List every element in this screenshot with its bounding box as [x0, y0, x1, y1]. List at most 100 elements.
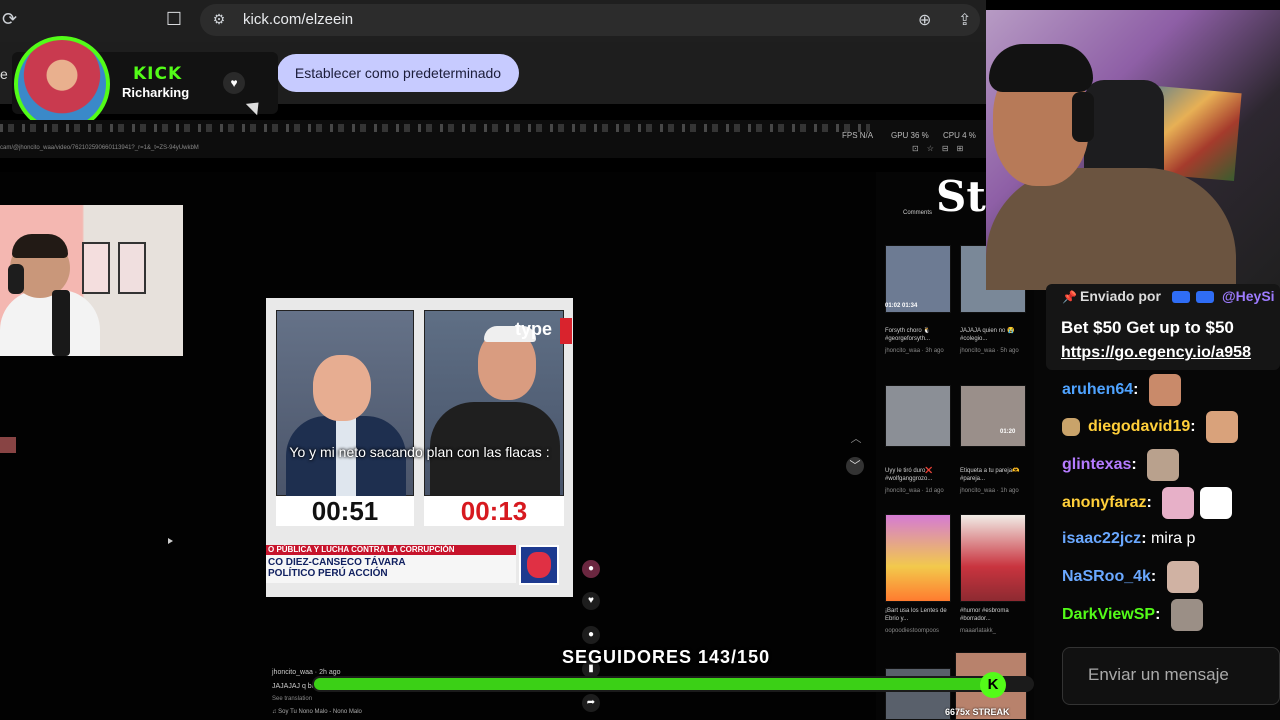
site-settings-icon[interactable]: ⚙: [210, 11, 228, 29]
pinned-link[interactable]: https://go.egency.io/a958: [1061, 344, 1251, 362]
kick-logo-knob: K: [980, 672, 1006, 698]
lower-third-name: CO DIEZ-CANSECO TÁVARA: [268, 557, 406, 568]
pinned-sender[interactable]: @HeySi: [1222, 288, 1275, 304]
toolbar-mini-icons[interactable]: ⊡☆⊟⊞: [912, 144, 971, 153]
streamer-hair: [989, 44, 1093, 92]
share-icon[interactable]: ⇪: [958, 10, 978, 30]
thumbnail-timers: 01:02 01:34: [885, 303, 918, 309]
channel-logo-accent: [560, 318, 572, 344]
alert-avatar: [14, 36, 110, 132]
thumbnail-caption: Forsyth choro 🐧 #georgeforsyth...: [885, 328, 931, 342]
reload-icon[interactable]: ⟳: [2, 10, 17, 28]
comment-text: JAJAJAJ q bu: [272, 683, 316, 690]
chat-text: mira p: [1150, 530, 1196, 547]
tab-comments[interactable]: Comments: [903, 210, 932, 216]
chat-username[interactable]: DarkViewSP: [1062, 606, 1155, 623]
like-icon[interactable]: ♥: [582, 592, 600, 610]
chat-separator: :: [1190, 418, 1201, 436]
emote-icon: [1200, 487, 1233, 519]
url-text[interactable]: kick.com/elzeein: [243, 11, 353, 28]
thumbnail-caption: ¡Bart usa los Lentes de Ebrio y...: [885, 608, 947, 622]
chat-message: glintexas:: [1062, 449, 1180, 481]
streamer-body: [986, 168, 1236, 290]
person-left-face: [313, 355, 371, 421]
mini-thumbnail[interactable]: [0, 437, 16, 453]
video-thumbnail[interactable]: [885, 385, 951, 447]
music-label[interactable]: ♫ Soy Tu Nono Malo - Nono Malo: [272, 709, 362, 715]
follower-goal-label: SEGUIDORES 143/150: [562, 647, 771, 667]
video-caption: Yo y mi neto sacando plan con las flacas…: [289, 444, 550, 460]
follower-goal-fill: [314, 678, 998, 690]
thumbnail-caption: #humor #esbroma #borrador...: [960, 608, 1009, 622]
chat-message: diegodavid19:: [1062, 411, 1239, 443]
comment-icon[interactable]: ●: [582, 626, 600, 644]
thumbnail-meta: jhoncito_waa · 5h ago: [960, 348, 1019, 354]
fps-readout: FPS N/A: [842, 131, 874, 140]
comment-author[interactable]: jhoncito_waa · 2h ago: [272, 669, 341, 676]
mouse-cursor-icon: [168, 538, 173, 544]
store-logo: St: [936, 172, 986, 221]
microphone-icon: [52, 290, 70, 356]
chat-username[interactable]: aruhen64: [1062, 381, 1133, 398]
video-side-actions: ● ♥ ● ▮ ➦: [582, 560, 600, 720]
alert-username: Richarking: [122, 85, 190, 100]
pinned-by-label: Enviado por: [1080, 288, 1161, 304]
cam-person-body: [0, 290, 100, 356]
user-badges-icon: [1172, 291, 1214, 303]
kick-logo: KICK: [133, 64, 183, 84]
lower-third-topic: O PÚBLICA Y LUCHA CONTRA LA CORRUPCIÓN: [268, 545, 455, 554]
chat-username[interactable]: anonyfaraz: [1062, 494, 1146, 511]
hand-icon: [527, 552, 551, 578]
heart-icon: ♥: [223, 72, 245, 94]
emote-icon: [1148, 374, 1181, 406]
thumbnail-meta: maaarlatakk_: [960, 628, 997, 634]
chat-message: NaSRoo_4k:: [1062, 561, 1199, 593]
emote-icon: [1206, 411, 1239, 443]
emote-icon: [1170, 599, 1203, 631]
video-thumbnail[interactable]: [885, 514, 951, 602]
gpu-readout: GPU 36 %: [891, 131, 929, 140]
chat-separator: :: [1141, 530, 1151, 547]
channel-logo: type: [515, 319, 553, 339]
chat-separator: :: [1146, 494, 1157, 512]
bookmark-icon[interactable]: ☐: [164, 9, 184, 31]
chat-message: aruhen64:: [1062, 374, 1181, 406]
chat-username[interactable]: diegodavid19: [1088, 418, 1190, 435]
video-thumbnail[interactable]: [960, 514, 1026, 602]
bookmarks-strip: [0, 124, 870, 132]
headphone-icon: [1072, 92, 1094, 142]
thumbnail-meta: jhoncito_waa · 1h ago: [960, 488, 1019, 494]
cpu-readout: CPU 4 %: [943, 131, 976, 140]
chevron-down-icon[interactable]: ﹀: [846, 457, 864, 475]
thumbnail-caption: Uyy le tiró duro❌ #wolfganggrozo...: [885, 468, 933, 482]
share-arrow-icon[interactable]: ➦: [582, 694, 600, 712]
user-badge-icon: [1062, 418, 1080, 436]
emote-icon: [1166, 561, 1199, 593]
timer-left: 00:51: [311, 496, 379, 526]
chat-username[interactable]: glintexas: [1062, 456, 1131, 473]
chat-message: isaac22jcz: mira p: [1062, 524, 1195, 554]
chat-username[interactable]: isaac22jcz: [1062, 530, 1141, 547]
chat-input-placeholder[interactable]: Enviar un mensaje: [1088, 665, 1229, 685]
thumbnail-meta: jhoncito_waa · 3h ago: [885, 348, 944, 354]
chat-separator: :: [1131, 456, 1142, 474]
pinned-text: Bet $50 Get up to $50: [1061, 318, 1234, 337]
video-thumbnail[interactable]: [960, 385, 1026, 447]
set-default-button[interactable]: Establecer como predeterminado: [277, 54, 519, 92]
pin-icon: 📌: [1062, 290, 1077, 304]
profile-avatar-icon[interactable]: ●: [582, 560, 600, 578]
emote-icon: [1162, 487, 1195, 519]
inner-url: cam/@jhoncito_waa/video/7621025906601139…: [0, 145, 199, 151]
zoom-icon[interactable]: ⊕: [918, 10, 938, 30]
chat-username[interactable]: NaSRoo_4k: [1062, 568, 1151, 585]
wall-frame: [118, 242, 146, 294]
see-translation-link[interactable]: See translation: [272, 696, 312, 702]
chat-separator: :: [1133, 381, 1143, 399]
chevron-up-icon[interactable]: ︿: [848, 430, 864, 446]
chat-separator: :: [1155, 606, 1165, 624]
headphone-icon: [8, 264, 24, 294]
thumbnail-meta: oopoodiestoompoos: [885, 628, 940, 634]
thumbnail-caption: JAJAJA quien no 😭 #colegio...: [960, 328, 1015, 342]
chat-message: anonyfaraz:: [1062, 487, 1233, 519]
emote-icon: [1147, 449, 1180, 481]
